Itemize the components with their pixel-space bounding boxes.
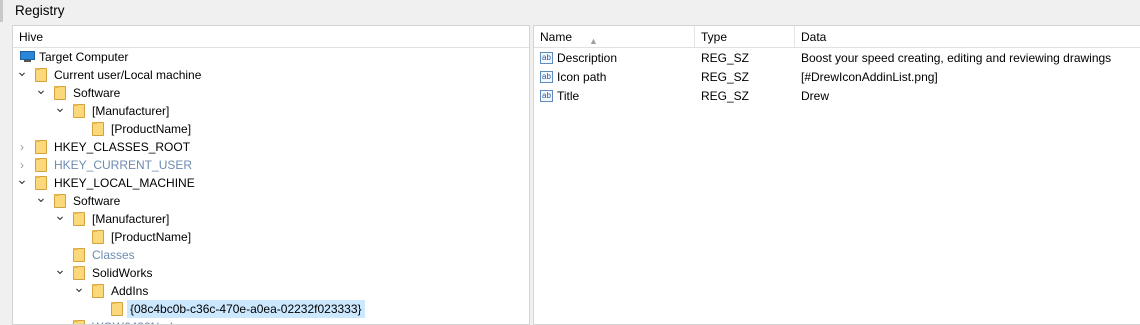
value-type: REG_SZ [701, 89, 750, 103]
tree-node[interactable]: ⌄ SolidWorks [13, 261, 529, 282]
chevron-right-icon[interactable]: › [16, 138, 28, 156]
value-data: Boost your speed creating, editing and r… [801, 51, 1112, 65]
folder-icon [73, 212, 85, 226]
tree-node[interactable]: [ProductName] [13, 120, 529, 138]
chevron-down-icon[interactable]: ⌄ [54, 206, 66, 224]
tree-node[interactable]: {08c4bc0b-c36c-470e-a0ea-02232f023333} [13, 300, 529, 318]
folder-icon [92, 122, 104, 136]
tree-node[interactable]: Target Computer [13, 48, 529, 66]
folder-icon [73, 248, 85, 262]
title-bar: Registry [0, 0, 1140, 22]
hive-tree-pane[interactable]: Hive Target Computer ⌄ Current user/Local … [12, 25, 530, 325]
value-type: REG_SZ [701, 51, 750, 65]
chevron-down-icon[interactable]: ⌄ [16, 170, 28, 188]
tree-node-label: HKEY_CURRENT_USER [54, 158, 193, 172]
chevron-down-icon[interactable]: ⌄ [54, 98, 66, 116]
tree-node-label: WOW6432Node [92, 318, 179, 324]
value-name: Title [557, 89, 580, 103]
folder-icon [92, 230, 104, 244]
folder-icon [73, 104, 85, 118]
string-value-icon: ab [540, 71, 553, 83]
tree-node[interactable]: Classes [13, 246, 529, 264]
chevron-down-icon[interactable]: ⌄ [54, 260, 66, 278]
tree-node[interactable]: ⌄ [Manufacturer] [13, 99, 529, 120]
value-row[interactable]: ab Icon path REG_SZ [#DrewIconAddinList.png… [534, 68, 1140, 87]
computer-icon [20, 51, 35, 62]
data-column-label: Data [801, 30, 827, 44]
tree-node-label: Software [73, 86, 121, 100]
value-name: Description [557, 51, 618, 65]
name-column-header[interactable]: Name ▲ [534, 26, 694, 47]
type-column-header[interactable]: Type [695, 26, 795, 47]
folder-icon [92, 284, 104, 298]
tree-node-label: HKEY_LOCAL_MACHINE [54, 176, 195, 190]
string-value-icon: ab [540, 52, 553, 64]
hive-column-header[interactable]: Hive [13, 26, 529, 47]
window-edge [0, 0, 3, 22]
tree-node-label: Software [73, 194, 121, 208]
values-header: Name ▲ Type Data [534, 26, 1140, 48]
tree-node-label: {08c4bc0b-c36c-470e-a0ea-02232f023333} [127, 300, 365, 318]
tree-node-label: AddIns [111, 284, 149, 298]
tree-node[interactable]: ⌄ HKEY_LOCAL_MACHINE [13, 171, 529, 192]
tree-node[interactable]: [ProductName] [13, 228, 529, 246]
folder-icon [35, 140, 47, 154]
value-name: Icon path [557, 70, 607, 84]
tree-node[interactable]: ⌄ Software [13, 81, 529, 102]
chevron-down-icon[interactable]: ⌄ [73, 278, 85, 296]
values-list-pane[interactable]: Name ▲ Type Data ab Description REG_SZ Boos… [533, 25, 1140, 325]
tree-node-label: [ProductName] [111, 230, 192, 244]
tree-node-label: [Manufacturer] [92, 212, 170, 226]
tree-node[interactable]: ⌄ Current user/Local machine [13, 63, 529, 84]
tree-node[interactable]: › HKEY_CLASSES_ROOT [13, 138, 529, 156]
tree-node-label: Current user/Local machine [54, 68, 202, 82]
tree-node-label: Target Computer [39, 50, 129, 64]
tree-node-label: HKEY_CLASSES_ROOT [54, 140, 191, 154]
tree-node[interactable]: ⌄ [Manufacturer] [13, 207, 529, 228]
value-type: REG_SZ [701, 70, 750, 84]
tree-header: Hive [13, 26, 529, 48]
value-data: [#DrewIconAddinList.png] [801, 70, 938, 84]
tree-node-label: Classes [92, 248, 135, 262]
value-row[interactable]: ab Description REG_SZ Boost your speed crea… [534, 49, 1140, 68]
chevron-down-icon[interactable]: ⌄ [35, 80, 47, 98]
tree-node[interactable]: WOW6432Node [13, 318, 529, 324]
type-column-label: Type [701, 30, 728, 44]
folder-icon [111, 302, 123, 316]
tree-node[interactable]: › HKEY_CURRENT_USER [13, 156, 529, 174]
tree-node-label: SolidWorks [92, 266, 153, 280]
folder-icon [73, 320, 85, 324]
data-column-header[interactable]: Data [795, 26, 1140, 47]
tree-node-label: [ProductName] [111, 122, 192, 136]
value-data: Drew [801, 89, 830, 103]
chevron-down-icon[interactable]: ⌄ [16, 62, 28, 80]
tree-node[interactable]: ⌄ Software [13, 189, 529, 210]
name-column-label: Name [540, 30, 573, 44]
tree-node[interactable]: ⌄ AddIns [13, 279, 529, 300]
folder-icon [35, 158, 47, 172]
tree-node-label: [Manufacturer] [92, 104, 170, 118]
value-row[interactable]: ab Title REG_SZ Drew [534, 87, 1140, 106]
chevron-down-icon[interactable]: ⌄ [35, 188, 47, 206]
string-value-icon: ab [540, 90, 553, 102]
window-title: Registry [15, 3, 65, 18]
